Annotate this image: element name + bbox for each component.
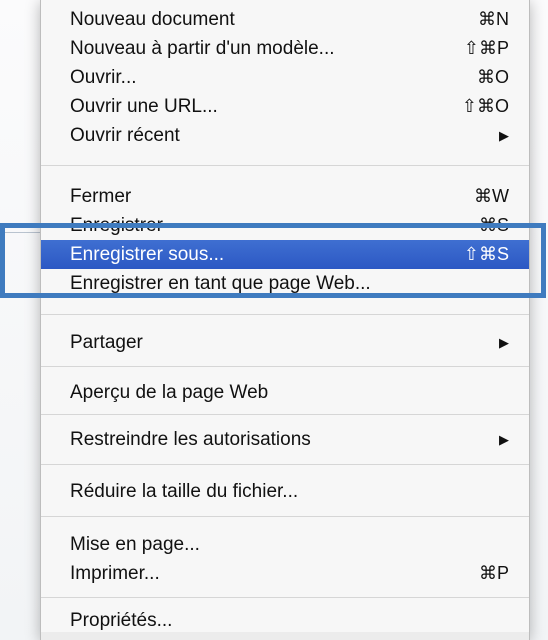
shortcut-label: ⌘O <box>476 67 509 87</box>
menu-bottom-edge <box>41 632 529 640</box>
menu-item-label: Nouveau à partir d'un modèle... <box>70 38 335 59</box>
menu-item-mise-en-page[interactable]: Mise en page... <box>41 530 529 559</box>
menu-item-label: Enregistrer <box>70 215 163 236</box>
shortcut-label: ⇧⌘S <box>463 244 509 264</box>
menu-item-label: Enregistrer sous... <box>70 244 225 265</box>
menu-item-ouvrir-url[interactable]: Ouvrir une URL... ⇧⌘O <box>41 92 529 121</box>
menu-item-label: Ouvrir... <box>70 67 137 88</box>
menu-separator <box>41 516 529 517</box>
shortcut-label: ⌘W <box>474 186 509 206</box>
menu-item-label: Enregistrer en tant que page Web... <box>70 273 371 294</box>
shortcut-label: ⌘P <box>478 563 509 583</box>
menu-item-label: Fermer <box>70 186 132 207</box>
menu-item-proprietes[interactable]: Propriétés... <box>41 606 529 635</box>
menu-separator <box>41 165 529 166</box>
menu-item-nouveau-a-partir-modele[interactable]: Nouveau à partir d'un modèle... ⇧⌘P <box>41 34 529 63</box>
menu-item-enregistrer-sous[interactable]: Enregistrer sous... ⇧⌘S <box>41 240 529 269</box>
menu-item-label: Partager <box>70 332 143 353</box>
menu-item-label: Imprimer... <box>70 563 160 584</box>
menu-item-restreindre-autorisations[interactable]: Restreindre les autorisations ▶ <box>41 425 529 454</box>
menu-separator <box>41 597 529 598</box>
menu-item-label: Aperçu de la page Web <box>70 382 269 403</box>
menu-item-enregistrer-page-web[interactable]: Enregistrer en tant que page Web... <box>41 269 529 298</box>
menu-item-reduire-taille-fichier[interactable]: Réduire la taille du fichier... <box>41 477 529 506</box>
submenu-arrow-icon: ▶ <box>499 335 509 350</box>
menu-item-label: Propriétés... <box>70 610 173 631</box>
menu-item-ouvrir-recent[interactable]: Ouvrir récent ▶ <box>41 121 529 150</box>
shortcut-label: ⌘N <box>478 9 509 29</box>
menu-item-label: Ouvrir une URL... <box>70 96 218 117</box>
submenu-arrow-icon: ▶ <box>499 432 509 447</box>
menu-separator <box>41 366 529 367</box>
menu-item-apercu-page-web[interactable]: Aperçu de la page Web <box>41 378 529 407</box>
menu-item-fermer[interactable]: Fermer ⌘W <box>41 182 529 211</box>
shortcut-label: ⇧⌘O <box>461 96 509 116</box>
menu-item-imprimer[interactable]: Imprimer... ⌘P <box>41 559 529 588</box>
menu-item-enregistrer[interactable]: Enregistrer ⌘S <box>41 211 529 240</box>
menu-item-ouvrir[interactable]: Ouvrir... ⌘O <box>41 63 529 92</box>
menu-separator <box>41 314 529 315</box>
file-menu: Nouveau document ⌘N Nouveau à partir d'u… <box>40 0 530 640</box>
shortcut-label: ⌘S <box>478 215 509 235</box>
submenu-arrow-icon: ▶ <box>499 128 509 143</box>
menu-item-label: Mise en page... <box>70 534 200 555</box>
menu-item-label: Ouvrir récent <box>70 125 180 146</box>
menu-item-nouveau-document[interactable]: Nouveau document ⌘N <box>41 5 529 34</box>
menu-item-partager[interactable]: Partager ▶ <box>41 328 529 357</box>
shortcut-label: ⇧⌘P <box>463 38 509 58</box>
menu-item-label: Réduire la taille du fichier... <box>70 481 299 502</box>
menu-separator <box>41 464 529 465</box>
menu-item-label: Nouveau document <box>70 9 235 30</box>
menu-separator <box>41 414 529 415</box>
menu-item-label: Restreindre les autorisations <box>70 429 311 450</box>
